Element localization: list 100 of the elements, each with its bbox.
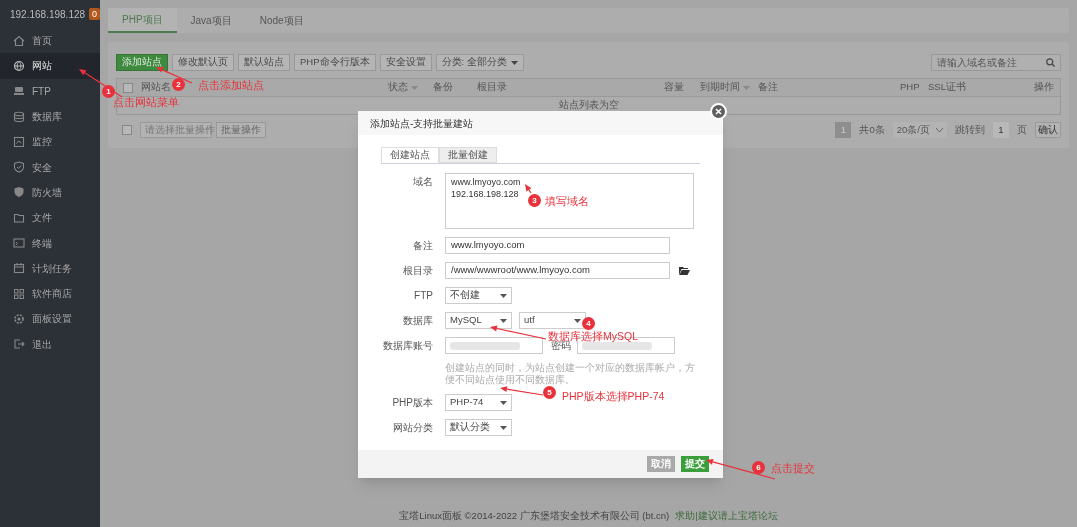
sidebar-item[interactable]: 退出: [0, 331, 100, 357]
sidebar-item[interactable]: 安全: [0, 154, 100, 180]
select-field[interactable]: 不创建: [445, 287, 512, 304]
annotation-label: 点击网站菜单: [113, 95, 179, 110]
annotation-label: 填写域名: [545, 194, 589, 209]
toolbar-button[interactable]: 默认站点: [238, 54, 290, 71]
server-icon: [13, 85, 25, 98]
sidebar-item[interactable]: 软件商店: [0, 280, 100, 307]
sidebar-item[interactable]: 监控: [0, 129, 100, 155]
checkbox[interactable]: [122, 125, 132, 135]
sidebar-item[interactable]: FTP: [0, 78, 100, 104]
field-label: 域名: [412, 175, 433, 189]
field-label: 数据库账号: [382, 339, 433, 353]
home-icon: [13, 34, 25, 47]
tab[interactable]: PHP项目: [108, 8, 177, 33]
sidebar-item[interactable]: 文件: [0, 205, 100, 231]
column-header[interactable]: 根目录: [477, 80, 507, 95]
select-value: 默认分类: [450, 420, 491, 435]
column-header[interactable]: 操作: [1034, 80, 1054, 95]
field-label: PHP版本: [391, 396, 433, 410]
shield-check-icon: [13, 161, 25, 174]
field-label: 数据库: [402, 314, 433, 328]
sort-down-icon: [743, 85, 750, 90]
annotation-label: 点击提交: [771, 461, 815, 476]
submit-button[interactable]: 提交: [681, 456, 709, 472]
annotation-arrow: [490, 325, 547, 340]
sidebar-item[interactable]: 首页: [0, 28, 100, 54]
search-icon: [1046, 58, 1055, 67]
annotation-arrow: [525, 184, 532, 194]
column-header[interactable]: 备份: [433, 80, 453, 95]
input-field[interactable]: www.lmyoyo.com: [445, 237, 670, 254]
select-all-checkbox[interactable]: [123, 82, 133, 93]
column-header[interactable]: PHP: [900, 80, 920, 95]
field-label: FTP: [413, 289, 433, 303]
select-field[interactable]: 默认分类: [445, 419, 512, 436]
annotation-label: PHP版本选择PHP-74: [562, 389, 665, 404]
page-input[interactable]: 1: [993, 122, 1009, 138]
blurred-value: [450, 341, 520, 350]
sidebar-item[interactable]: 防火墙: [0, 179, 100, 206]
select-field[interactable]: MySQL: [445, 312, 512, 329]
input-field[interactable]: [445, 337, 543, 354]
column-header[interactable]: 状态: [388, 80, 408, 95]
category-select[interactable]: 分类: 全部分类: [435, 54, 524, 71]
domain-line: www.lmyoyo.com: [451, 176, 521, 188]
logout-icon: [13, 338, 25, 351]
folder-icon: [679, 266, 690, 275]
select-value: MySQL: [450, 313, 483, 328]
column-header[interactable]: 备注: [758, 80, 778, 95]
tab[interactable]: Node项目: [245, 8, 318, 33]
sort-down-icon: [411, 85, 418, 90]
caret-icon: [574, 318, 581, 323]
help-link[interactable]: 求助|建议请上宝塔论坛: [675, 508, 778, 524]
field-label: 网站分类: [392, 421, 433, 435]
confirm-button[interactable]: 确认: [1035, 122, 1061, 138]
caret-icon: [500, 293, 507, 298]
column-header[interactable]: 到期时间: [700, 80, 740, 95]
sidebar-item[interactable]: 网站: [0, 53, 100, 79]
sidebar-item[interactable]: 面板设置: [0, 306, 100, 332]
empty-message: 站点列表为空: [558, 98, 619, 113]
select-field[interactable]: utf: [519, 312, 586, 329]
caret-icon: [500, 425, 507, 430]
sidebar-item[interactable]: 数据库: [0, 103, 100, 130]
select-value: PHP-74: [450, 395, 485, 410]
search-placeholder: 请输入域名或备注: [937, 56, 1018, 70]
sidebar-item[interactable]: 终端: [0, 230, 100, 256]
toolbar-button[interactable]: PHP命令行版本: [294, 54, 376, 71]
toolbar-button[interactable]: 添加站点: [116, 54, 168, 71]
field-label: 备注: [412, 239, 433, 253]
dialog-title: 添加站点-支持批量建站: [370, 116, 474, 131]
search-field[interactable]: 请输入域名或备注: [931, 54, 1061, 71]
terminal-icon: [13, 237, 25, 249]
grid-icon: [13, 287, 25, 300]
toolbar-button[interactable]: 安全设置: [379, 54, 432, 71]
select-field[interactable]: PHP-74: [445, 394, 512, 411]
settings-icon: [13, 312, 25, 325]
caret-icon: [500, 400, 507, 405]
input-field[interactable]: /www/wwwroot/www.lmyoyo.com: [445, 262, 670, 279]
batch-button[interactable]: 批量操作: [216, 122, 266, 138]
total-count: 共0条: [858, 122, 886, 137]
sidebar-item[interactable]: 计划任务: [0, 255, 100, 281]
select-value: 不创建: [450, 288, 481, 303]
column-header[interactable]: 容量: [664, 80, 684, 95]
close-icon: [715, 108, 722, 115]
shield-icon: [13, 186, 25, 199]
column-header[interactable]: SSL证书: [928, 80, 966, 95]
chevron-down-icon: [936, 128, 943, 132]
tab[interactable]: 创建站点: [381, 147, 439, 163]
tab[interactable]: Java项目: [176, 8, 246, 33]
annotation-label: 点击添加站点: [198, 78, 264, 93]
notification-count: 0: [89, 8, 101, 20]
toolbar-button[interactable]: 修改默认页: [172, 54, 234, 71]
tab[interactable]: 批量创建: [439, 147, 497, 163]
step-number-badge: 6: [752, 461, 765, 474]
page-size-select[interactable]: 20条/页: [892, 122, 947, 138]
host-address: 192.168.198.128: [10, 7, 86, 22]
calendar-icon: [13, 262, 25, 275]
page-size-value: 20条/页: [896, 122, 930, 137]
annotation-arrow: [500, 386, 544, 396]
domain-line: 192.168.198.128: [451, 188, 519, 200]
column-header[interactable]: 网站名: [141, 80, 171, 95]
